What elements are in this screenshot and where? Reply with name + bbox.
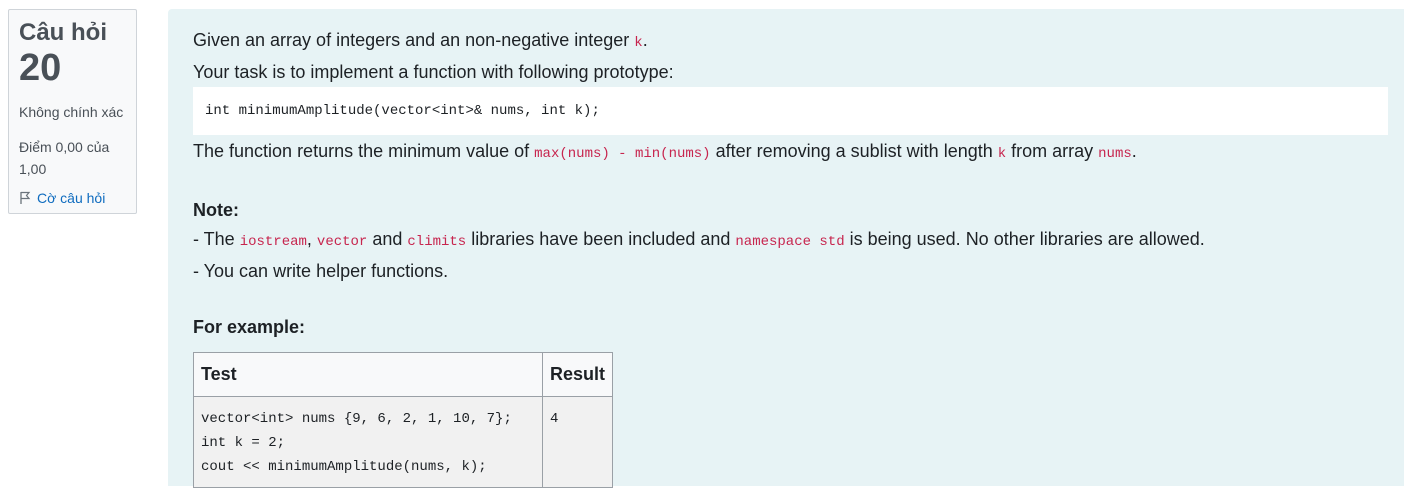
- test-code-line: vector<int> nums {9, 6, 2, 1, 10, 7};: [201, 411, 512, 427]
- returns-line: The function returns the minimum value o…: [193, 141, 1137, 162]
- example-heading: For example:: [193, 317, 306, 337]
- question-content: Given an array of integers and an non-ne…: [168, 9, 1404, 488]
- table-row: vector<int> nums {9, 6, 2, 1, 10, 7}; in…: [193, 396, 614, 488]
- flag-question-link[interactable]: Cờ câu hỏi: [19, 190, 126, 206]
- note-libraries: - The iostream, vector and climits libra…: [193, 229, 1205, 250]
- column-header-result: Result: [541, 352, 614, 397]
- question-state: Không chính xác: [19, 104, 124, 120]
- question-number: 20: [19, 47, 62, 89]
- flag-label: Cờ câu hỏi: [37, 190, 106, 206]
- inline-code: k: [634, 35, 643, 51]
- test-code-line: int k = 2;: [201, 435, 286, 451]
- question-label: Câu hỏi: [19, 19, 107, 46]
- question-info-panel: Câu hỏi 20 Không chính xác Điểm 0,00 của…: [8, 9, 137, 214]
- prototype-code-block: int minimumAmplitude(vector<int>& nums, …: [193, 87, 1388, 135]
- intro-line: Given an array of integers and an non-ne…: [193, 30, 648, 51]
- question-grade: Điểm 0,00 của 1,00: [19, 139, 110, 177]
- task-line: Your task is to implement a function wit…: [193, 62, 674, 82]
- column-header-test: Test: [193, 352, 543, 397]
- test-code-line: cout << minimumAmplitude(nums, k);: [201, 459, 487, 475]
- result-cell: 4: [541, 396, 614, 488]
- note-heading: Note:: [193, 200, 239, 220]
- flag-icon: [19, 191, 31, 205]
- example-table: Test Result vector<int> nums {9, 6, 2, 1…: [193, 352, 614, 488]
- test-cell: vector<int> nums {9, 6, 2, 1, 10, 7}; in…: [193, 396, 543, 488]
- note-helpers: - You can write helper functions.: [193, 261, 449, 281]
